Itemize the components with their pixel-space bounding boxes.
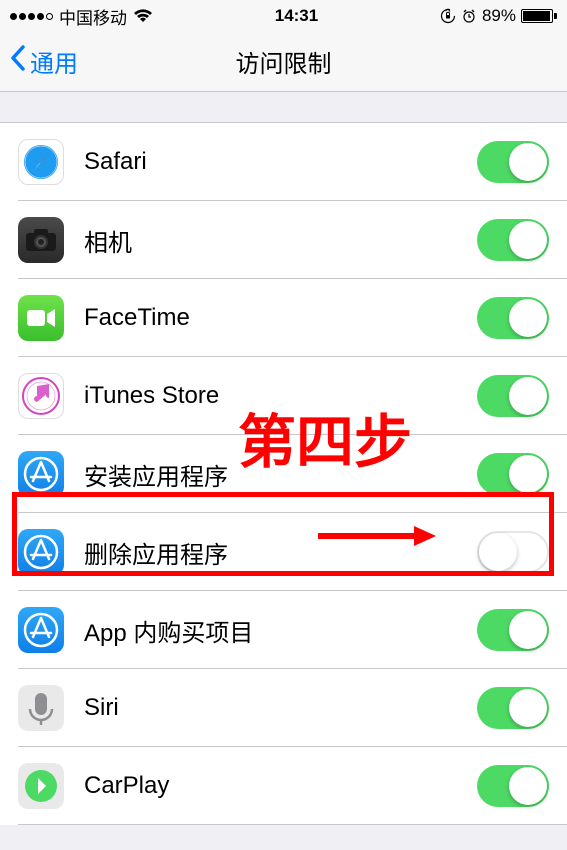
row-siri: Siri [0, 669, 567, 747]
row-label: App 内购买项目 [84, 613, 477, 648]
toggle-facetime[interactable] [477, 297, 549, 339]
row-carplay: CarPlay [0, 747, 567, 825]
toggle-carplay[interactable] [477, 765, 549, 807]
nav-bar: 通用 访问限制 [0, 32, 567, 92]
toggle-delete-apps[interactable] [477, 531, 549, 573]
back-button[interactable]: 通用 [8, 44, 78, 79]
battery-icon [521, 9, 557, 23]
orientation-lock-icon [440, 8, 456, 24]
section-spacer [0, 92, 567, 122]
siri-icon [18, 685, 64, 731]
row-label: FaceTime [84, 304, 477, 332]
app-store-icon [18, 529, 64, 575]
row-facetime: FaceTime [0, 279, 567, 357]
row-in-app-purchase: App 内购买项目 [0, 591, 567, 669]
row-label: Siri [84, 694, 477, 722]
row-camera: 相机 [0, 201, 567, 279]
toggle-itunes-store[interactable] [477, 375, 549, 417]
facetime-icon [18, 295, 64, 341]
carplay-icon [18, 763, 64, 809]
back-label: 通用 [30, 44, 78, 79]
toggle-siri[interactable] [477, 687, 549, 729]
page-title: 访问限制 [0, 44, 567, 79]
row-delete-apps: 删除应用程序 [0, 513, 567, 591]
itunes-store-icon [18, 373, 64, 419]
chevron-left-icon [8, 44, 26, 79]
toggle-in-app-purchase[interactable] [477, 609, 549, 651]
status-bar: 中国移动 14:31 89% [0, 0, 567, 32]
battery-percentage: 89% [482, 6, 516, 26]
annotation-step-label: 第四步 [238, 395, 412, 479]
toggle-camera[interactable] [477, 219, 549, 261]
wifi-icon [133, 9, 153, 23]
row-label: Safari [84, 148, 477, 176]
row-safari: Safari [0, 123, 567, 201]
row-label: CarPlay [84, 772, 477, 800]
alarm-icon [461, 8, 477, 24]
carrier-label: 中国移动 [59, 4, 127, 29]
app-store-icon [18, 451, 64, 497]
toggle-install-apps[interactable] [477, 453, 549, 495]
row-label: 相机 [84, 223, 477, 258]
camera-icon [18, 217, 64, 263]
app-store-icon [18, 607, 64, 653]
safari-icon [18, 139, 64, 185]
annotation-arrow-icon [318, 524, 436, 548]
toggle-safari[interactable] [477, 141, 549, 183]
status-time: 14:31 [153, 6, 440, 26]
signal-strength-icon [10, 13, 53, 20]
